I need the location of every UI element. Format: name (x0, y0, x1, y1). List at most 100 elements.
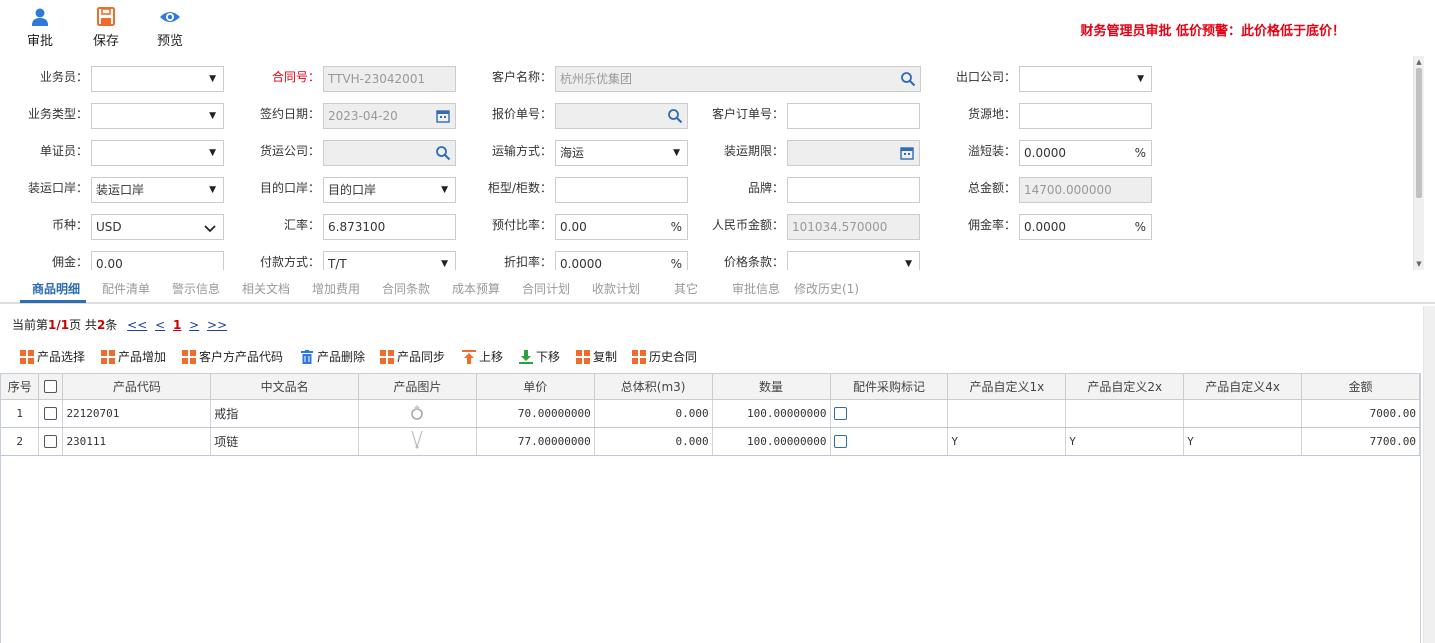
table-row[interactable]: 1 22120701 戒指 70.00000000 0.000 100.0000… (1, 399, 1420, 428)
form-scrollbar[interactable]: ▲ ▼ (1413, 56, 1424, 270)
pager-next[interactable]: > (189, 318, 199, 332)
grid-scrollbar[interactable] (1423, 306, 1435, 643)
row-select[interactable] (38, 427, 64, 456)
product-add-button[interactable]: 产品增加 (101, 348, 166, 366)
parts-flag[interactable] (830, 427, 949, 456)
product-code[interactable]: 22120701 (62, 399, 212, 428)
quantity[interactable]: 100.00000000 (712, 399, 831, 428)
tab-contract-terms[interactable]: 合同条款 (382, 280, 430, 297)
save-button[interactable]: 保存 (81, 6, 131, 49)
transport-mode-select[interactable]: 海运 ▼ (555, 140, 688, 166)
col-header-custom2x[interactable]: 产品自定义2x (1065, 374, 1185, 400)
sign-date-field[interactable]: 2023-04-20 (323, 103, 456, 129)
tab-contract-plan[interactable]: 合同计划 (522, 280, 570, 297)
tab-extra-fees[interactable]: 增加费用 (312, 280, 360, 297)
discount-rate-field[interactable]: 0.0000% (555, 251, 688, 270)
pager-first[interactable]: << (127, 318, 147, 332)
row-select[interactable] (38, 399, 64, 428)
tab-cost-budget[interactable]: 成本预算 (452, 280, 500, 297)
tab-product-details[interactable]: 商品明细 (32, 280, 80, 297)
forwarder-field[interactable] (323, 140, 456, 166)
commission-field[interactable]: 0.00 (91, 251, 224, 270)
col-header-custom4x[interactable]: 产品自定义4x (1183, 374, 1303, 400)
container-field[interactable] (555, 177, 688, 203)
amount[interactable]: 7000.00 (1301, 399, 1420, 428)
customer-order-no-field[interactable] (787, 103, 920, 129)
pager-last[interactable]: >> (207, 318, 227, 332)
product-select-button[interactable]: 产品选择 (20, 348, 85, 366)
row-checkbox[interactable] (44, 406, 58, 420)
dest-port-select[interactable]: 目的口岸 ▼ (323, 177, 456, 203)
col-header-custom1x[interactable]: 产品自定义1x (947, 374, 1067, 400)
tab-collection-plan[interactable]: 收款计划 (592, 280, 640, 297)
pager-current[interactable]: 1 (173, 318, 181, 332)
unit-price[interactable]: 77.00000000 (476, 427, 595, 456)
price-terms-select[interactable]: ▼ (787, 251, 920, 270)
business-type-select[interactable]: ▼ (91, 103, 224, 129)
parts-flag-checkbox[interactable] (833, 406, 847, 420)
col-header-volume[interactable]: 总体积(m3) (594, 374, 713, 400)
custom2x[interactable] (1065, 399, 1185, 428)
col-header-amount[interactable]: 金额 (1301, 374, 1420, 400)
form-scroll-thumb[interactable] (1416, 68, 1422, 198)
tab-edit-history[interactable]: 修改历史(1) (794, 280, 859, 297)
source-place-field[interactable] (1019, 103, 1152, 129)
parts-flag-checkbox[interactable] (833, 434, 847, 448)
table-row[interactable]: 2 230111 项链 77.00000000 0.000 100.000000… (1, 427, 1420, 456)
exchange-rate-field[interactable]: 6.873100 (323, 214, 456, 240)
scroll-down-icon[interactable]: ▼ (1414, 259, 1424, 269)
preview-button[interactable]: 预览 (145, 6, 195, 49)
calendar-icon[interactable] (435, 108, 451, 124)
prepay-ratio-field[interactable]: 0.00% (555, 214, 688, 240)
total-volume[interactable]: 0.000 (594, 399, 713, 428)
calendar-icon[interactable] (899, 145, 915, 161)
search-icon[interactable] (435, 145, 451, 161)
product-sync-button[interactable]: 产品同步 (380, 348, 445, 366)
col-header-image[interactable]: 产品图片 (358, 374, 477, 400)
commission-rate-field[interactable]: 0.0000% (1019, 214, 1152, 240)
load-port-select[interactable]: 装运口岸 ▼ (91, 177, 224, 203)
tab-other[interactable]: 其它 (674, 280, 698, 297)
tab-documents[interactable]: 相关文档 (242, 280, 290, 297)
col-header-select-all[interactable] (38, 374, 64, 400)
custom2x[interactable]: Y (1065, 427, 1185, 456)
custom4x[interactable]: Y (1183, 427, 1303, 456)
export-company-select[interactable]: ▼ (1019, 66, 1152, 92)
total-amount-field[interactable]: 14700.000000 (1019, 177, 1152, 203)
total-volume[interactable]: 0.000 (594, 427, 713, 456)
select-all-checkbox[interactable] (44, 380, 58, 394)
quote-no-field[interactable] (555, 103, 688, 129)
search-icon[interactable] (667, 108, 683, 124)
product-name[interactable]: 戒指 (210, 399, 359, 428)
product-code[interactable]: 230111 (62, 427, 212, 456)
row-checkbox[interactable] (44, 434, 58, 448)
approve-button[interactable]: 审批 (15, 6, 65, 49)
tab-warnings[interactable]: 警示信息 (172, 280, 220, 297)
move-down-button[interactable]: 下移 (519, 348, 560, 366)
custom1x[interactable] (947, 399, 1067, 428)
move-up-button[interactable]: 上移 (462, 348, 503, 366)
product-image[interactable] (358, 427, 477, 456)
tab-parts-list[interactable]: 配件清单 (102, 280, 150, 297)
custom1x[interactable]: Y (947, 427, 1067, 456)
custom4x[interactable] (1183, 399, 1303, 428)
quantity[interactable]: 100.00000000 (712, 427, 831, 456)
overflow-field[interactable]: 0.0000% (1019, 140, 1152, 166)
col-header-no[interactable]: 序号 (1, 374, 40, 400)
unit-price[interactable]: 70.00000000 (476, 399, 595, 428)
tab-approval-info[interactable]: 审批信息 (732, 280, 780, 297)
col-header-price[interactable]: 单价 (476, 374, 595, 400)
customer-product-code-button[interactable]: 客户方产品代码 (182, 348, 283, 366)
col-header-name[interactable]: 中文品名 (210, 374, 359, 400)
col-header-qty[interactable]: 数量 (712, 374, 831, 400)
amount[interactable]: 7700.00 (1301, 427, 1420, 456)
parts-flag[interactable] (830, 399, 949, 428)
scroll-up-icon[interactable]: ▲ (1414, 57, 1424, 67)
col-header-parts-flag[interactable]: 配件采购标记 (830, 374, 949, 400)
payment-method-select[interactable]: T/T ▼ (323, 251, 456, 270)
copy-button[interactable]: 复制 (576, 348, 617, 366)
currency-select[interactable]: USD (91, 214, 224, 240)
col-header-code[interactable]: 产品代码 (62, 374, 212, 400)
salesperson-select[interactable]: ▼ (91, 66, 224, 92)
product-delete-button[interactable]: 产品删除 (300, 348, 365, 366)
